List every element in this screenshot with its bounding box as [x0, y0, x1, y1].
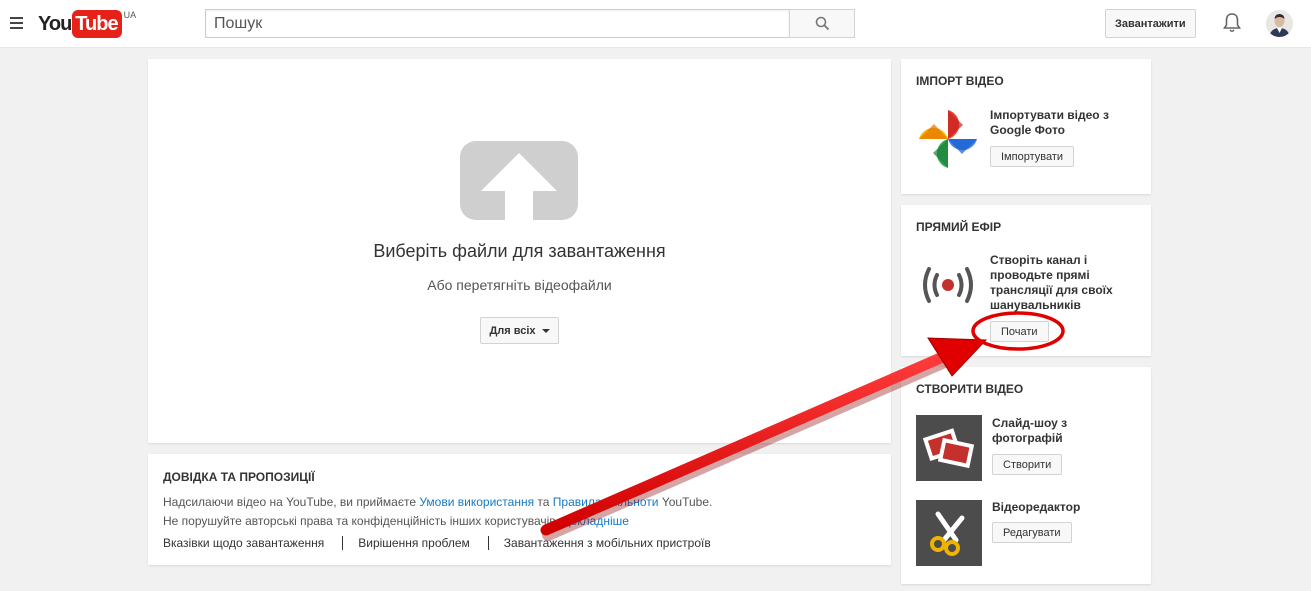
- notifications-bell-icon[interactable]: [1222, 12, 1242, 34]
- terms-suffix: YouTube.: [658, 495, 713, 509]
- upload-dropzone[interactable]: Виберіть файли для завантаження Або пере…: [148, 59, 891, 443]
- help-title: ДОВІДКА ТА ПРОПОЗИЦІЇ: [163, 470, 315, 484]
- terms-mid: та: [534, 495, 553, 509]
- slideshow-thumbnail: [916, 415, 982, 481]
- upload-subtitle: Або перетягніть відеофайли: [427, 277, 612, 293]
- upload-button[interactable]: Завантажити: [1105, 9, 1196, 38]
- community-guidelines-link[interactable]: Правила спільноти: [553, 495, 659, 509]
- search-bar: [205, 9, 855, 38]
- editor-text: Відеоредактор: [992, 500, 1081, 514]
- copyright-text: Не порушуйте авторські права та конфіден…: [163, 514, 563, 528]
- privacy-dropdown[interactable]: Для всіх: [480, 317, 559, 344]
- learn-more-link[interactable]: Докладніше: [562, 514, 629, 528]
- search-button[interactable]: [789, 9, 855, 38]
- import-title: ІМПОРТ ВІДЕО: [916, 74, 1004, 88]
- live-broadcast-icon: [923, 267, 973, 303]
- terms-of-service-link[interactable]: Умови використання: [419, 495, 534, 509]
- import-text: Імпортувати відео з Google Фото: [990, 108, 1109, 137]
- scissors-icon: [930, 511, 965, 556]
- start-live-button[interactable]: Почати: [990, 321, 1049, 342]
- copyright-line: Не порушуйте авторські права та конфіден…: [163, 514, 629, 528]
- upload-instructions-link[interactable]: Вказівки щодо завантаження: [163, 536, 342, 550]
- slideshow-text: Слайд-шоу з фотографій: [992, 416, 1068, 445]
- live-stream-card: ПРЯМИЙ ЕФІР Створіть канал і проводьте п…: [901, 205, 1151, 356]
- troubleshooting-link[interactable]: Вирішення проблем: [358, 536, 488, 550]
- create-title: СТВОРИТИ ВІДЕО: [916, 382, 1024, 396]
- masthead: You Tube UA Завантажити: [0, 0, 1311, 48]
- import-button[interactable]: Імпортувати: [990, 146, 1075, 167]
- terms-prefix: Надсилаючи відео на YouTube, ви приймаєт…: [163, 495, 420, 509]
- terms-line: Надсилаючи відео на YouTube, ви приймаєт…: [163, 495, 712, 509]
- slideshow-photos-icon: [922, 428, 975, 469]
- logo-region: UA: [123, 10, 137, 20]
- help-card: ДОВІДКА ТА ПРОПОЗИЦІЇ Надсилаючи відео н…: [148, 454, 891, 565]
- editor-thumbnail: [916, 500, 982, 566]
- google-photos-icon: [919, 110, 977, 168]
- avatar-image: [1266, 10, 1293, 37]
- live-title: ПРЯМИЙ ЕФІР: [916, 220, 1002, 234]
- import-video-card: ІМПОРТ ВІДЕО Імпортувати відео з Google …: [901, 59, 1151, 194]
- mobile-upload-link[interactable]: Завантаження з мобільних пристроїв: [504, 536, 729, 550]
- help-links: Вказівки щодо завантаження Вирішення про…: [163, 536, 729, 550]
- link-separator: [487, 536, 489, 550]
- logo-tube-text: Tube: [72, 10, 122, 38]
- logo-you-text: You: [38, 13, 72, 35]
- user-avatar[interactable]: [1266, 10, 1293, 37]
- link-separator: [342, 536, 344, 550]
- live-text: Створіть канал і проводьте прямі трансля…: [990, 253, 1113, 312]
- youtube-logo[interactable]: You Tube UA: [38, 10, 136, 38]
- create-video-card: СТВОРИТИ ВІДЕО Слайд-шоу з фотографій Ст…: [901, 367, 1151, 584]
- guide-menu-icon[interactable]: [10, 17, 23, 29]
- privacy-dropdown-label: Для всіх: [489, 324, 536, 337]
- edit-video-button[interactable]: Редагувати: [992, 522, 1072, 543]
- search-input[interactable]: [205, 9, 789, 38]
- create-slideshow-button[interactable]: Створити: [992, 454, 1063, 475]
- caret-down-icon: [541, 328, 550, 333]
- upload-title: Виберіть файли для завантаження: [373, 241, 666, 261]
- upload-arrow-icon[interactable]: [460, 141, 578, 220]
- search-icon: [815, 16, 829, 31]
